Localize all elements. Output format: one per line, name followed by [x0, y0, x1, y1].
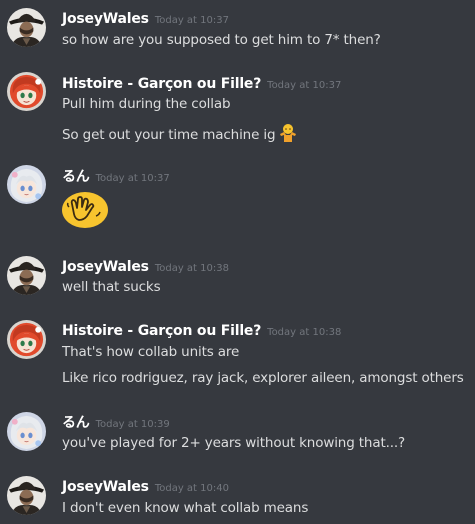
message-text: you've played for 2+ years without knowi…	[62, 435, 406, 451]
cowboy-avatar[interactable]	[7, 476, 46, 515]
message-text: Pull him during the collab	[62, 96, 231, 112]
red-hair-avatar[interactable]	[7, 320, 46, 359]
cowboy-avatar[interactable]	[7, 8, 46, 47]
timestamp: Today at 10:38	[267, 327, 342, 338]
username[interactable]: Histoire - Garçon ou Fille?	[62, 323, 261, 339]
silver-hair-avatar[interactable]	[7, 165, 46, 204]
waving-hand-blob-emoji[interactable]	[60, 190, 110, 234]
username[interactable]: JoseyWales	[62, 259, 149, 275]
timestamp: Today at 10:40	[154, 483, 229, 494]
message-line: So get out your time machine ig	[62, 122, 298, 147]
cowboy-avatar[interactable]	[7, 256, 46, 295]
username[interactable]: JoseyWales	[62, 11, 149, 27]
message-text: well that sucks	[62, 279, 161, 295]
message-text: I don't even know what collab means	[62, 500, 309, 516]
red-hair-avatar[interactable]	[7, 72, 46, 111]
message-text: That's how collab units are	[62, 344, 240, 360]
username[interactable]: るん	[62, 415, 90, 431]
message-text: So get out your time machine ig	[62, 127, 276, 143]
timestamp: Today at 10:37	[95, 173, 170, 184]
timestamp: Today at 10:38	[154, 263, 229, 274]
username[interactable]: JoseyWales	[62, 479, 149, 495]
timestamp: Today at 10:37	[267, 80, 342, 91]
person-shrugging-emoji[interactable]	[278, 122, 298, 147]
timestamp: Today at 10:37	[154, 15, 229, 26]
message-text: so how are you supposed to get him to 7*…	[62, 32, 381, 48]
username[interactable]: るん	[62, 169, 90, 185]
timestamp: Today at 10:39	[95, 419, 170, 430]
silver-hair-avatar[interactable]	[7, 412, 46, 451]
message-text: Like rico rodriguez, ray jack, explorer …	[62, 370, 464, 386]
username[interactable]: Histoire - Garçon ou Fille?	[62, 76, 261, 92]
